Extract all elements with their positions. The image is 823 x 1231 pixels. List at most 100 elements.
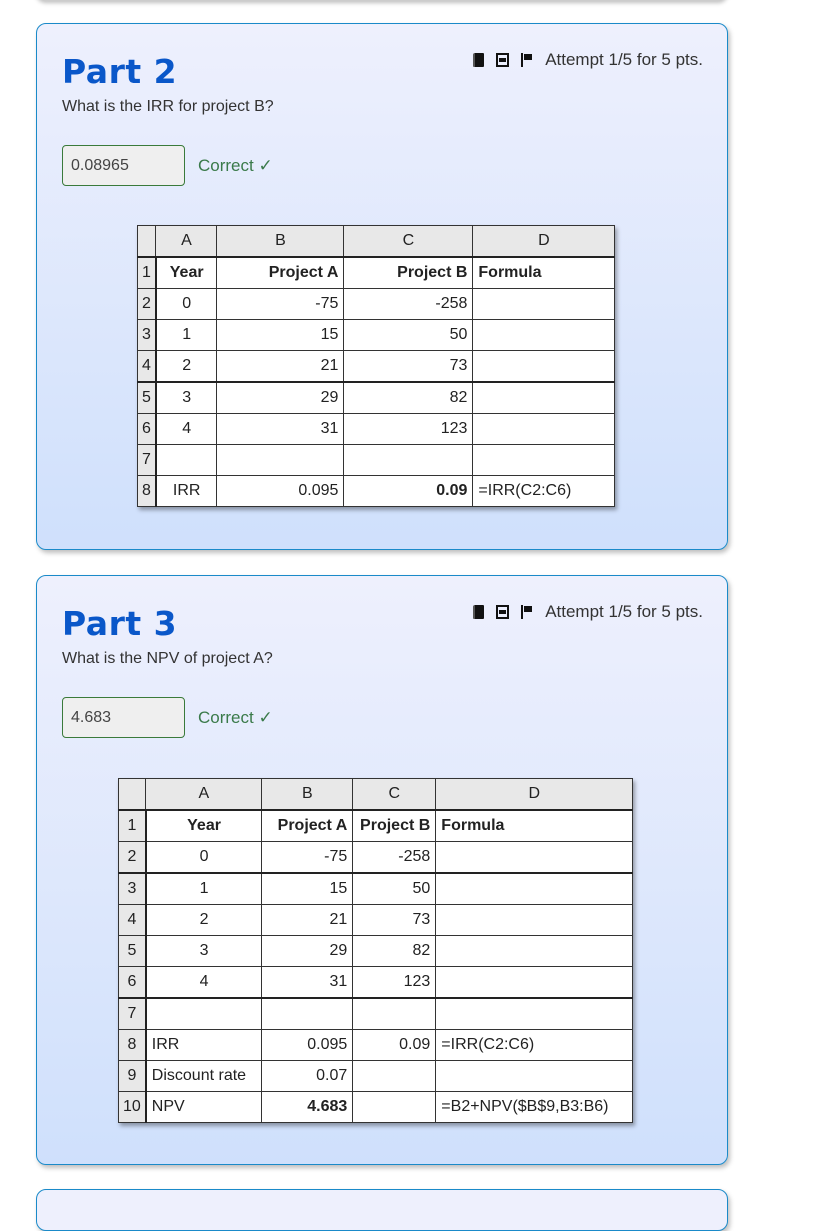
cell: 4 xyxy=(145,966,263,999)
cell: IRR xyxy=(155,475,218,507)
cell xyxy=(472,444,616,476)
table-row: 8 IRR 0.095 0.09 =IRR(C2:C6) xyxy=(136,475,616,507)
table-row: 8 IRR 0.095 0.09 =IRR(C2:C6) xyxy=(117,1029,634,1061)
row-number: 8 xyxy=(117,1029,147,1061)
table-row: 3 1 15 50 xyxy=(117,872,634,905)
column-header: A xyxy=(155,225,218,258)
cell: 0.09 xyxy=(352,1029,437,1061)
cell: 2 xyxy=(145,904,263,936)
next-part-card xyxy=(36,1189,728,1231)
row-number: 6 xyxy=(117,966,147,999)
cell xyxy=(435,1060,634,1092)
cell: 31 xyxy=(261,966,354,999)
flag-icon[interactable] xyxy=(521,53,533,67)
cell: 0 xyxy=(145,841,263,874)
cell xyxy=(261,997,354,1030)
correct-status: Correct ✓ xyxy=(198,707,273,727)
cell: NPV xyxy=(145,1091,263,1123)
corner-cell xyxy=(136,225,157,258)
cell: 0.095 xyxy=(261,1029,354,1061)
part-2-card: Part 2 Attempt 1/5 for 5 pts. What is th… xyxy=(36,23,728,550)
cell xyxy=(472,319,616,351)
column-header: D xyxy=(472,225,616,258)
column-header-row: A B C D xyxy=(117,778,634,811)
cell: 50 xyxy=(343,319,474,351)
film-icon[interactable] xyxy=(496,53,510,67)
cell xyxy=(435,841,634,874)
answer-input[interactable] xyxy=(62,145,185,186)
cell: -75 xyxy=(216,288,345,320)
row-number: 2 xyxy=(117,841,147,874)
cell: 3 xyxy=(145,935,263,967)
cell: =B2+NPV($B$9,B3:B6) xyxy=(435,1091,634,1123)
question-text: What is the IRR for project B? xyxy=(62,98,274,115)
row-number: 4 xyxy=(136,350,157,383)
row-number: 7 xyxy=(117,997,147,1030)
cell: =IRR(C2:C6) xyxy=(472,475,616,507)
table-row: 9 Discount rate 0.07 xyxy=(117,1060,634,1092)
answer-row: Correct ✓ xyxy=(62,697,273,738)
spreadsheet-table: A B C D 1 Year Project A Project B Formu… xyxy=(136,225,616,507)
book-icon[interactable] xyxy=(473,605,485,619)
corner-cell xyxy=(117,778,147,811)
cell: 123 xyxy=(343,413,474,445)
table-row: 10 NPV 4.683 =B2+NPV($B$9,B3:B6) xyxy=(117,1091,634,1123)
cell: Formula xyxy=(435,809,634,842)
cell: 73 xyxy=(343,350,474,383)
cell: IRR xyxy=(145,1029,263,1061)
cell: -75 xyxy=(261,841,354,874)
row-number: 5 xyxy=(136,381,157,414)
cell xyxy=(343,444,474,476)
cell: 73 xyxy=(352,904,437,936)
table-row: 7 xyxy=(117,997,634,1030)
cell: 15 xyxy=(216,319,345,351)
part-meta: Attempt 1/5 for 5 pts. xyxy=(473,50,703,70)
cell: 0.095 xyxy=(216,475,345,507)
cell xyxy=(145,997,263,1030)
part-title: Part 2 xyxy=(62,52,178,91)
part-title: Part 3 xyxy=(62,604,178,643)
cell xyxy=(435,935,634,967)
flag-icon[interactable] xyxy=(521,605,533,619)
answer-input[interactable] xyxy=(62,697,185,738)
cell xyxy=(352,1060,437,1092)
row-number: 1 xyxy=(136,256,157,289)
cell: 0.07 xyxy=(261,1060,354,1092)
film-icon[interactable] xyxy=(496,605,510,619)
row-number: 3 xyxy=(117,872,147,905)
correct-status: Correct ✓ xyxy=(198,155,273,175)
cell: Year xyxy=(145,809,263,842)
cell: 123 xyxy=(352,966,437,999)
part-3-card: Part 3 Attempt 1/5 for 5 pts. What is th… xyxy=(36,575,728,1165)
cell xyxy=(472,413,616,445)
cell: 29 xyxy=(216,381,345,414)
table-row: 6 4 31 123 xyxy=(117,966,634,999)
cell: 3 xyxy=(155,381,218,414)
cell: =IRR(C2:C6) xyxy=(435,1029,634,1061)
cell xyxy=(352,1091,437,1123)
cell: 21 xyxy=(216,350,345,383)
cell xyxy=(435,997,634,1030)
row-number: 1 xyxy=(117,809,147,842)
cell xyxy=(352,997,437,1030)
row-number: 3 xyxy=(136,319,157,351)
question-text: What is the NPV of project A? xyxy=(62,650,273,667)
part-meta: Attempt 1/5 for 5 pts. xyxy=(473,602,703,622)
cell: Year xyxy=(155,256,218,289)
cell xyxy=(435,872,634,905)
cell: 1 xyxy=(145,872,263,905)
row-number: 7 xyxy=(136,444,157,476)
table-row: 7 xyxy=(136,444,616,476)
answer-row: Correct ✓ xyxy=(62,145,273,186)
table-row: 2 0 -75 -258 xyxy=(117,841,634,874)
column-header: A xyxy=(145,778,263,811)
cell: 0.09 xyxy=(343,475,474,507)
cell: 82 xyxy=(352,935,437,967)
table-row: 1 Year Project A Project B Formula xyxy=(136,256,616,289)
book-icon[interactable] xyxy=(473,53,485,67)
cell: 50 xyxy=(352,872,437,905)
column-header-row: A B C D xyxy=(136,225,616,258)
cell xyxy=(155,444,218,476)
cell: 15 xyxy=(261,872,354,905)
cell: Project A xyxy=(261,809,354,842)
